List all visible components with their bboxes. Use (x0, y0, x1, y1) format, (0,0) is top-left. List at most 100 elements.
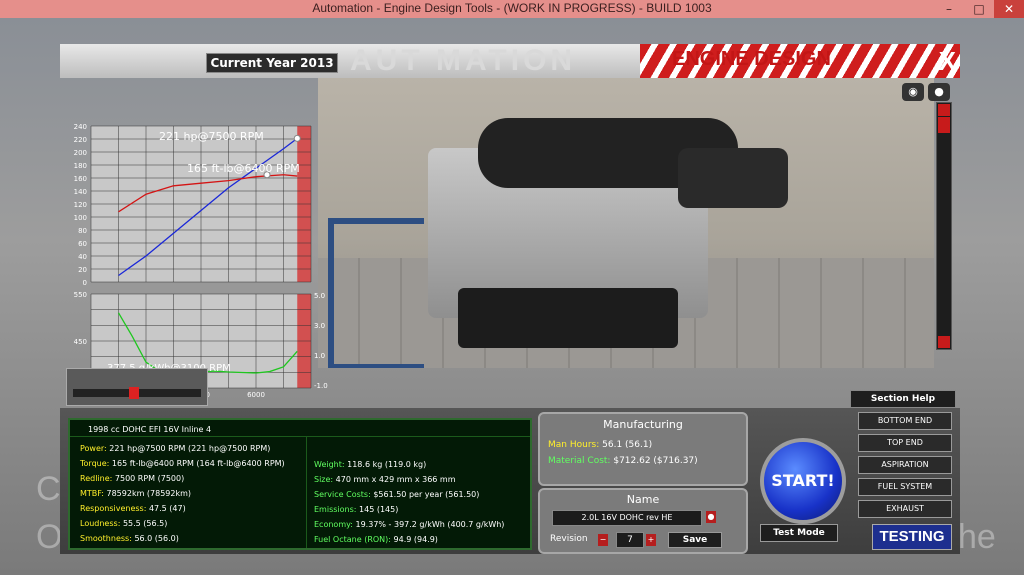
stat-label: Weight: (314, 460, 345, 469)
current-year-label: Current Year 2013 (206, 53, 338, 73)
engine-name-field[interactable]: 2.0L 16V DOHC rev HE (552, 510, 702, 526)
stat-value: 165 ft-lb@6400 RPM (164 ft-lb@6400 RPM) (111, 459, 285, 468)
rotation-slider-panel (66, 368, 208, 406)
section-help-button[interactable]: Section Help (850, 390, 956, 408)
stat-value: 19.37% - 397.2 g/kWh (400.7 g/kWh) (355, 520, 505, 529)
y-tick-label: 40 (78, 253, 87, 261)
power-annotation: 221 hp@7500 RPM (159, 130, 264, 143)
window-close-button[interactable]: ✕ (994, 0, 1024, 18)
stat-row-left: Loudness: 55.5 (56.5) (80, 519, 167, 528)
stat-value: 145 (145) (359, 505, 399, 514)
y-tick-label: 60 (78, 240, 87, 248)
maximize-button[interactable]: □ (964, 0, 994, 18)
stat-label: Smoothness: (80, 534, 132, 543)
section-aspiration[interactable]: ASPIRATION (858, 456, 952, 474)
engine-stand (328, 218, 424, 368)
y-tick-label: 140 (74, 188, 87, 196)
y-tick-label: 80 (78, 227, 87, 235)
y-tick-label: 240 (74, 123, 87, 131)
air-filter (678, 148, 788, 208)
x-tick-label: 6000 (247, 391, 265, 399)
y2-tick-label: 3.0 (314, 322, 325, 330)
start-button[interactable]: START! (760, 438, 846, 524)
man-hours-value: 56.1 (56.1) (602, 440, 653, 450)
oil-sump (458, 288, 678, 348)
y-tick-label: 450 (74, 338, 87, 346)
section-title: ENGINE DESIGN (672, 48, 831, 70)
section-exhaust[interactable]: EXHAUST (858, 500, 952, 518)
revision-decrement-button[interactable]: − (598, 534, 608, 546)
stat-row-right: Economy: 19.37% - 397.2 g/kWh (400.7 g/k… (314, 520, 504, 529)
stat-label: Fuel Octane (RON): (314, 535, 391, 544)
header-bar: AUT MATION Current Year 2013 ENGINE DESI… (60, 44, 960, 78)
eye-icon[interactable]: ● (928, 83, 950, 101)
name-panel: Name 2.0L 16V DOHC rev HE ● Revision − 7… (538, 488, 748, 554)
engine-summary: 1998 cc DOHC EFI 16V Inline 4 (88, 425, 212, 434)
window-titlebar: Automation - Engine Design Tools - (WORK… (0, 0, 1024, 18)
stat-value: 47.5 (47) (148, 504, 186, 513)
stat-label: Power: (80, 444, 107, 453)
scroll-down-arrow[interactable] (938, 336, 950, 348)
stat-row-left: Redline: 7500 RPM (7500) (80, 474, 184, 483)
scroll-up-arrow[interactable] (938, 104, 950, 116)
stat-row-left: Responsiveness: 47.5 (47) (80, 504, 186, 513)
stat-value: 221 hp@7500 RPM (221 hp@7500 RPM) (109, 444, 271, 453)
stat-value: 94.9 (94.9) (393, 535, 438, 544)
stat-row-left: Torque: 165 ft-lb@6400 RPM (164 ft-lb@64… (80, 459, 285, 468)
chart-svg: 0 20 40 60 80 100 120 140 160 180 200 220 240 221 hp@… (74, 123, 328, 399)
stat-row-right: Emissions: 145 (145) (314, 505, 398, 514)
torque-annotation: 165 ft-lb@6400 RPM (187, 162, 300, 175)
section-bottom-end[interactable]: BOTTOM END (858, 412, 952, 430)
stat-row-right: Weight: 118.6 kg (119.0 kg) (314, 460, 426, 469)
window-title: Automation - Engine Design Tools - (WORK… (312, 1, 712, 15)
name-title: Name (626, 493, 660, 506)
y-tick-label: 160 (74, 175, 87, 183)
y2-tick-label: -1.0 (314, 382, 328, 390)
rotation-slider-handle[interactable] (129, 387, 139, 399)
stat-row-left: Power: 221 hp@7500 RPM (221 hp@7500 RPM) (80, 444, 270, 453)
stat-value: 55.5 (56.5) (122, 519, 168, 528)
background-text-left2: O (36, 518, 63, 556)
stat-value: 470 mm x 429 mm x 366 mm (335, 475, 456, 484)
section-top-end[interactable]: TOP END (858, 434, 952, 452)
performance-charts: 0 20 40 60 80 100 120 140 160 180 200 220 240 221 hp@… (74, 123, 328, 399)
y-tick-label: 200 (74, 149, 87, 157)
stat-value: 7500 RPM (7500) (114, 474, 185, 483)
background-text-right: he (958, 518, 996, 556)
scrollbar-thumb[interactable] (938, 117, 950, 133)
background-text-left: C (36, 470, 61, 508)
y-tick-label: 120 (74, 201, 87, 209)
lower-panel: 1998 cc DOHC EFI 16V Inline 4 Power: 221… (60, 408, 960, 554)
revision-label: Revision (550, 534, 588, 544)
stat-label: Responsiveness: (80, 504, 147, 513)
manufacturing-title: Manufacturing (603, 418, 683, 431)
stat-label: Loudness: (80, 519, 121, 528)
name-clear-icon[interactable]: ● (706, 511, 716, 523)
save-button[interactable]: Save (668, 532, 722, 548)
stat-row-right: Size: 470 mm x 429 mm x 366 mm (314, 475, 456, 484)
close-panel-button[interactable]: X (939, 46, 956, 77)
y-tick-label: 0 (83, 279, 87, 287)
stats-divider (70, 436, 530, 437)
stat-value: 78592km (78592km) (106, 489, 192, 498)
minimize-button[interactable]: – (934, 0, 964, 18)
man-hours-label: Man Hours: (548, 440, 600, 450)
stat-label: Redline: (80, 474, 113, 483)
stat-value: 56.0 (56.0) (134, 534, 179, 543)
revision-value: 7 (616, 532, 644, 548)
camera-icon[interactable]: ◉ (902, 83, 924, 101)
test-mode-button[interactable]: Test Mode (760, 524, 838, 542)
material-cost-value: $712.62 ($716.37) (613, 456, 698, 466)
section-fuel-system[interactable]: FUEL SYSTEM (858, 478, 952, 496)
viewport-toolbar: ◉ ● (898, 80, 958, 101)
brand-logo: AUT MATION (350, 44, 577, 77)
revision-increment-button[interactable]: + (646, 534, 656, 546)
stat-row-left: MTBF: 78592km (78592km) (80, 489, 191, 498)
stat-label: Service Costs: (314, 490, 371, 499)
testing-button[interactable]: TESTING (872, 524, 952, 550)
stat-row-right: Fuel Octane (RON): 94.9 (94.9) (314, 535, 438, 544)
stat-label: Emissions: (314, 505, 357, 514)
stat-row-left: Smoothness: 56.0 (56.0) (80, 534, 179, 543)
viewport-scrollbar[interactable] (936, 102, 952, 350)
engine-3d-viewport[interactable] (318, 78, 934, 368)
